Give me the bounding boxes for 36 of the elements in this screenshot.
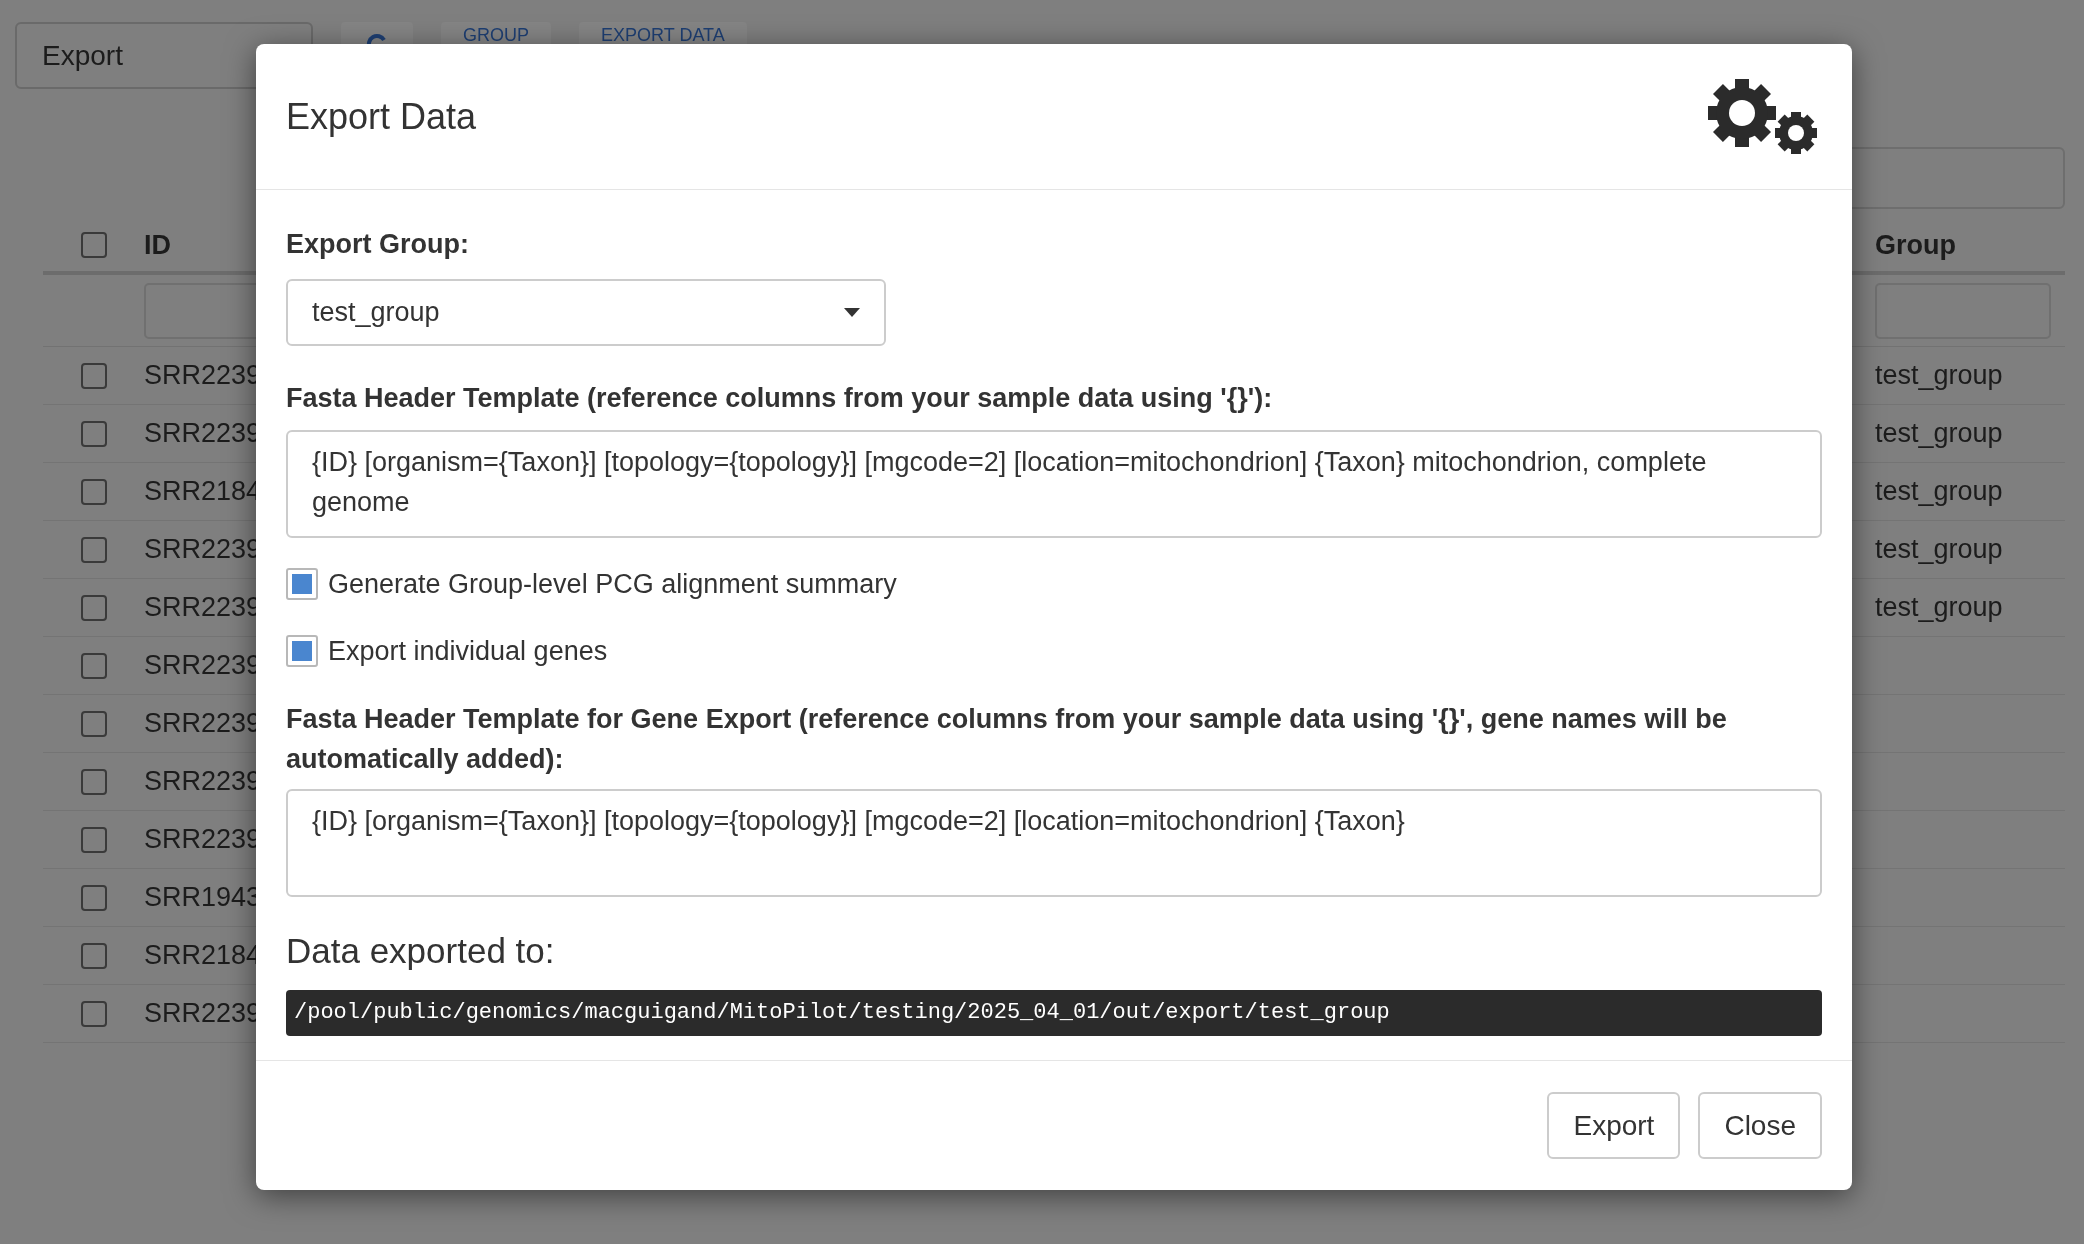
checkbox[interactable] bbox=[80, 710, 107, 737]
checkbox-label: Generate Group-level PCG alignment summary bbox=[328, 568, 897, 601]
checkbox[interactable] bbox=[80, 478, 107, 505]
checkbox[interactable] bbox=[80, 232, 107, 258]
template-field[interactable]: {ID} [organism={Taxon}] [topology={topology}] [mgcode=2] [location=mitochondrion] {Taxon} bbox=[286, 789, 1822, 897]
checkbox[interactable] bbox=[80, 594, 107, 621]
checkbox[interactable] bbox=[80, 536, 107, 563]
field-label: Export Group: bbox=[286, 228, 470, 261]
dialog-title: Export Data bbox=[286, 94, 477, 139]
export-path: /pool/public/genomics/macguigand/MitoPilot/testing/2025_04_01/out/export/test_group bbox=[286, 989, 1822, 1036]
column-header: Group bbox=[1875, 228, 1957, 262]
checkbox[interactable] bbox=[80, 1000, 107, 1027]
table-cell: test_group bbox=[1875, 534, 2003, 565]
checkbox[interactable] bbox=[286, 568, 318, 601]
column-header: ID bbox=[144, 228, 171, 262]
field-label: Fasta Header Template (reference columns from your sample data using '{}'): bbox=[286, 381, 1274, 415]
caret-icon bbox=[844, 307, 860, 317]
field-label: Fasta Header Template for Gene Export (reference columns from your sample data using '{}', gene names will be automatically added): bbox=[286, 703, 1728, 776]
table-cell: test_group bbox=[1875, 418, 2003, 449]
checkbox[interactable] bbox=[80, 826, 107, 853]
dialog-button[interactable]: Close bbox=[1698, 1092, 1822, 1159]
section-heading: Data exported to: bbox=[286, 930, 556, 972]
checkbox[interactable] bbox=[80, 884, 107, 911]
checkbox[interactable] bbox=[286, 634, 318, 667]
table-cell: test_group bbox=[1875, 360, 2003, 391]
checkbox[interactable] bbox=[80, 768, 107, 795]
table-cell: test_group bbox=[1875, 476, 2003, 507]
checkbox-label: Export individual genes bbox=[328, 634, 608, 668]
group-select[interactable]: test_group bbox=[286, 278, 886, 346]
table-cell: test_group bbox=[1875, 592, 2003, 623]
dialog-button[interactable]: Export bbox=[1547, 1092, 1681, 1159]
checkbox[interactable] bbox=[80, 942, 107, 969]
checkbox[interactable] bbox=[80, 652, 107, 679]
template-field[interactable]: {ID} [organism={Taxon}] [topology={topology}] [mgcode=2] [location=mitochondrion] {Taxon} mitochondrion, complete genome bbox=[286, 430, 1822, 538]
checkbox[interactable] bbox=[80, 362, 107, 389]
checkbox[interactable] bbox=[80, 420, 107, 447]
